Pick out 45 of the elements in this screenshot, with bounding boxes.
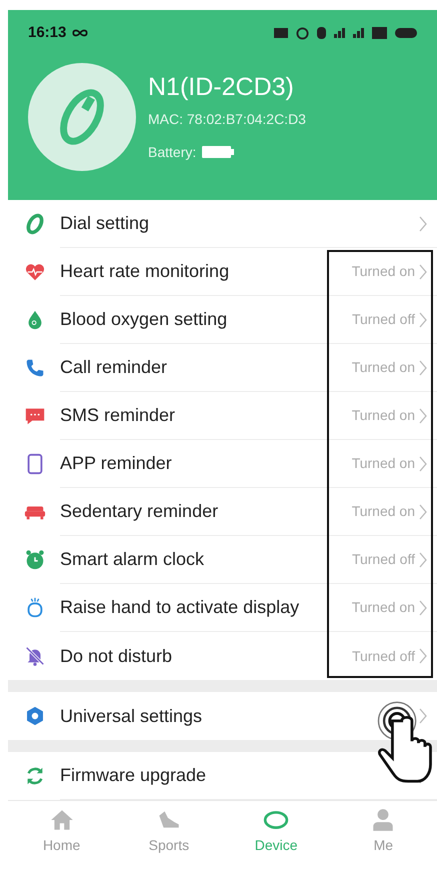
status-text: Turned on [352,262,415,281]
muted-bell-icon [24,645,46,667]
mac-address: MAC: 78:02:B7:04:2C:D3 [148,110,306,128]
band-icon [24,213,46,235]
setting-label: Blood oxygen setting [60,308,228,331]
setting-label: Firmware upgrade [60,764,206,787]
chevron-icon [419,264,427,280]
chevron-icon [419,312,427,328]
setting-label: Smart alarm clock [60,548,204,571]
status-text: Turned off [352,310,415,329]
phone-icon [24,357,46,379]
setting-label: SMS reminder [60,404,176,427]
chevron-icon [419,216,427,232]
setting-label: Raise hand to activate display [60,596,300,619]
setting-label: Do not disturb [60,644,172,668]
alarm-icon [296,26,309,40]
status-text: Turned on [352,502,415,521]
gear-icon [24,705,46,727]
setting-label: Dial setting [60,212,150,235]
status-text: Turned on [352,358,415,377]
status-time: 16:13 [28,23,66,43]
setting-label: Sedentary reminder [60,500,218,523]
chevron-icon [419,648,427,664]
chevron-icon [419,552,427,568]
signal-icon [334,28,345,38]
setting-label: Heart rate monitoring [60,260,230,283]
status-text: Turned off [352,550,415,569]
chevron-icon [419,456,427,472]
status-text: Turned off [352,646,415,666]
infinity-icon [70,28,90,38]
chevron-icon [419,504,427,520]
battery-label: Battery: [148,142,196,162]
device-name: N1(ID-2CD3) [148,72,295,102]
setting-label: Call reminder [60,356,168,379]
status-text: Turned on [352,454,415,473]
alarm-clock-icon [24,549,46,571]
status-text: Turned on [352,406,415,425]
chevron-icon [419,408,427,424]
chevron-icon [419,360,427,376]
signal-icon [353,28,364,38]
setting-label: Universal settings [60,704,202,728]
chevron-icon [419,600,427,616]
setting-label: APP reminder [60,452,172,475]
status-text: Turned on [352,598,415,617]
chevron-icon [419,708,427,724]
